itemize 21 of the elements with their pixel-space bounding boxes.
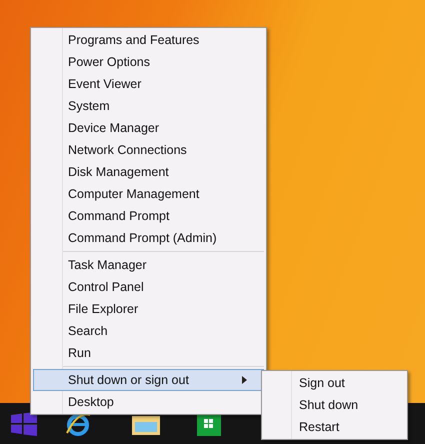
menu-item[interactable]: Restart [264, 416, 405, 438]
menu-item[interactable]: System [33, 95, 264, 117]
menu-item[interactable]: File Explorer [33, 298, 264, 320]
menu-item[interactable]: Task Manager [33, 254, 264, 276]
menu-item[interactable]: Shut down [264, 394, 405, 416]
start-button[interactable] [11, 412, 37, 436]
menu-item[interactable]: Disk Management [33, 161, 264, 183]
menu-item[interactable]: Power Options [33, 51, 264, 73]
menu-item[interactable]: Command Prompt (Admin) [33, 227, 264, 249]
menu-item[interactable]: Run [33, 342, 264, 364]
menu-item[interactable]: Control Panel [33, 276, 264, 298]
menu-item[interactable]: Sign out [264, 372, 405, 394]
menu-item[interactable]: Computer Management [33, 183, 264, 205]
menu-item[interactable]: Desktop [33, 391, 264, 413]
menu-item[interactable]: Command Prompt [33, 205, 264, 227]
menu-item[interactable]: Device Manager [33, 117, 264, 139]
menu-item[interactable]: Programs and Features [33, 29, 264, 51]
menu-item[interactable]: Event Viewer [33, 73, 264, 95]
menu-item[interactable]: Shut down or sign out [33, 369, 264, 391]
menu-item[interactable]: Network Connections [33, 139, 264, 161]
menu-item[interactable]: Search [33, 320, 264, 342]
